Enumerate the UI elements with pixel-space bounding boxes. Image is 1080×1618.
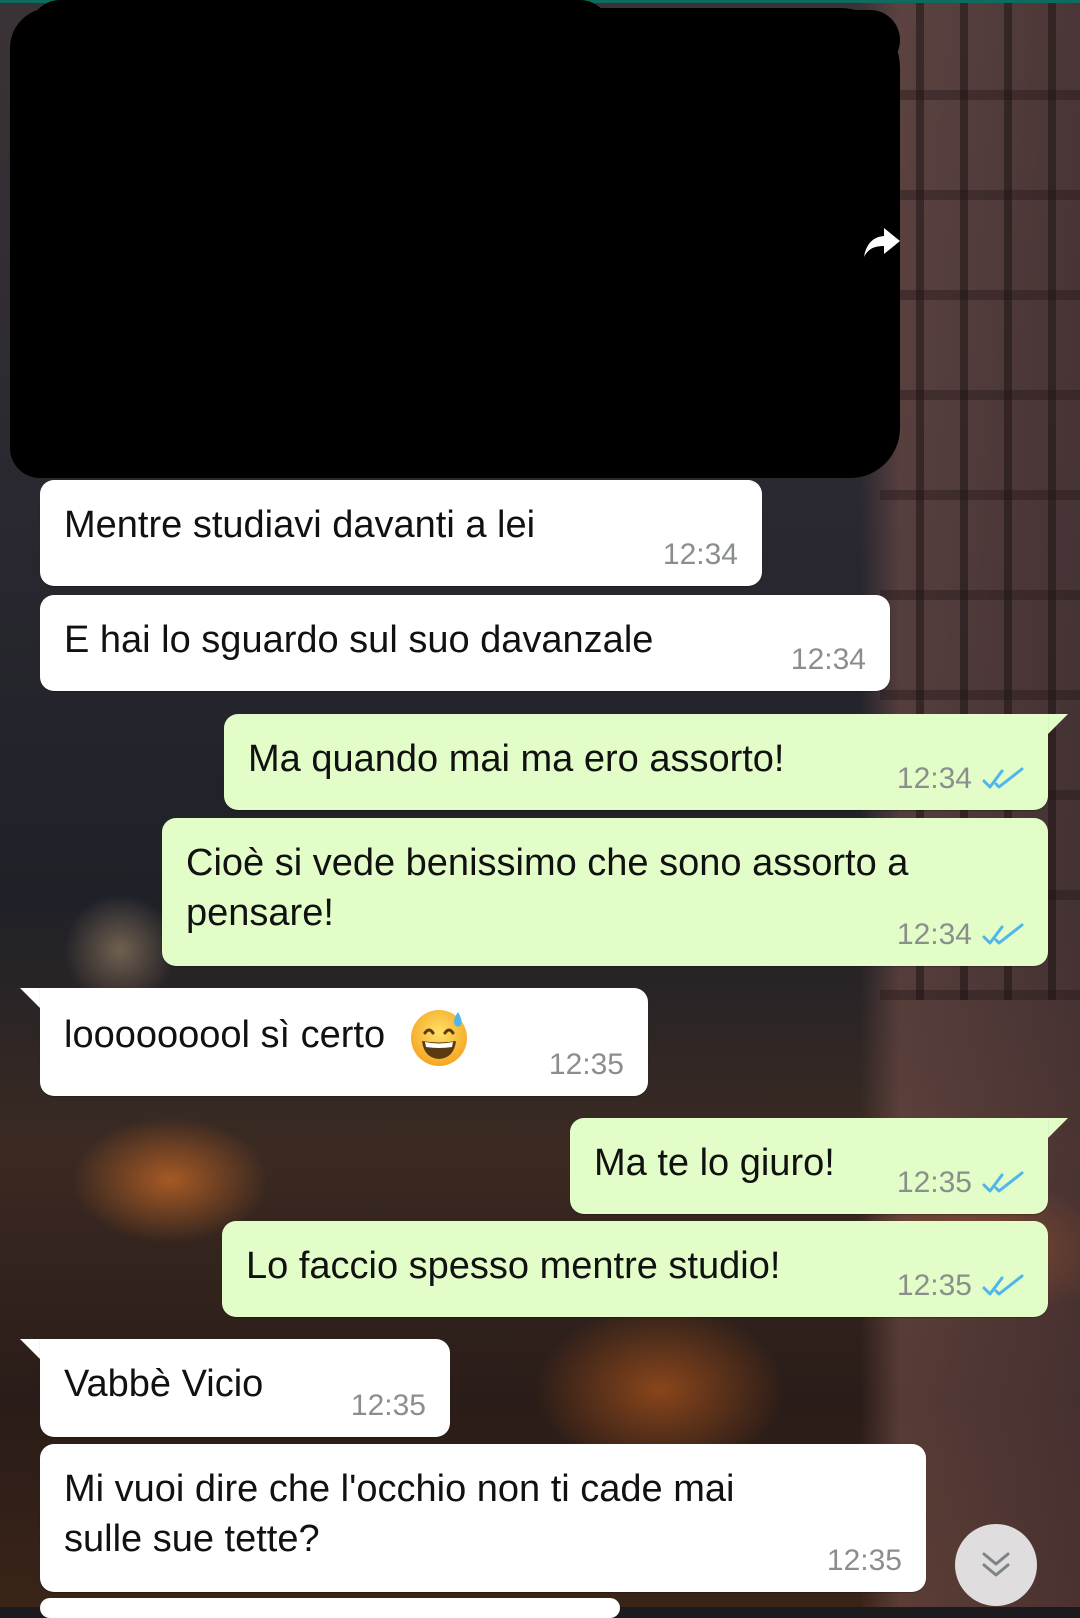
grinning-face-with-sweat-icon (410, 1010, 467, 1066)
message-text: looooooool sì certo (64, 1006, 624, 1068)
message-bubble-incoming-partial[interactable] (40, 1598, 620, 1618)
message-bubble-outgoing[interactable]: Ma quando mai ma ero assorto! 12:34 (224, 714, 1048, 810)
message-text-line: sulle sue tette? (64, 1518, 320, 1560)
redaction-block (30, 400, 840, 470)
message-bubble-outgoing[interactable]: Lo faccio spesso mentre studio! 12:35 (222, 1221, 1048, 1317)
message-bubble-incoming[interactable]: Mi vuoi dire che l'occhio non ti cade ma… (40, 1444, 926, 1592)
message-time: 12:35 (548, 1048, 624, 1081)
message-time: 12:35 (826, 1544, 902, 1577)
bubble-tail (20, 1339, 42, 1361)
redaction-block (30, 0, 610, 70)
bubble-tail (1046, 1118, 1068, 1140)
message-time: 12:34 (897, 918, 1026, 952)
chevron-double-down-icon (982, 1552, 1010, 1577)
message-text: Mentre studiavi davanti a lei (64, 504, 536, 546)
message-bubble-incoming[interactable]: E hai lo sguardo sul suo davanzale 12:34 (40, 595, 890, 691)
message-bubble-incoming[interactable]: Vabbè Vicio 12:35 (40, 1339, 450, 1437)
bubble-tail (20, 988, 42, 1010)
message-time: 12:35 (897, 1166, 1026, 1200)
message-time: 12:35 (897, 1269, 1026, 1303)
message-bubble-incoming[interactable]: looooooool sì certo 12:35 (40, 988, 648, 1096)
message-time: 12:34 (790, 643, 866, 676)
bubble-tail (1046, 714, 1068, 736)
message-text-line: Mi vuoi dire che l'occhio non ti cade ma… (64, 1468, 735, 1510)
message-time: 12:35 (350, 1389, 426, 1422)
message-text-line: Cioè si vede benissimo che sono assorto … (186, 842, 909, 884)
message-bubble-outgoing[interactable]: Ma te lo giuro! 12:35 (570, 1118, 1048, 1214)
message-time: 12:34 (662, 538, 738, 571)
redaction-block (600, 10, 900, 70)
double-check-icon (982, 767, 1024, 789)
double-check-icon (982, 1274, 1024, 1296)
double-check-icon (982, 923, 1024, 945)
message-bubble-incoming[interactable]: Mentre studiavi davanti a lei 12:34 (40, 480, 762, 586)
redaction-block (20, 300, 890, 410)
forward-arrow-icon[interactable] (862, 226, 902, 260)
message-bubble-outgoing[interactable]: Cioè si vede benissimo che sono assorto … (162, 818, 1048, 966)
double-check-icon (982, 1171, 1024, 1193)
message-time: 12:34 (897, 762, 1026, 796)
scroll-to-bottom-button[interactable] (955, 1524, 1037, 1606)
message-text: E hai lo sguardo sul suo davanzale (64, 619, 654, 661)
